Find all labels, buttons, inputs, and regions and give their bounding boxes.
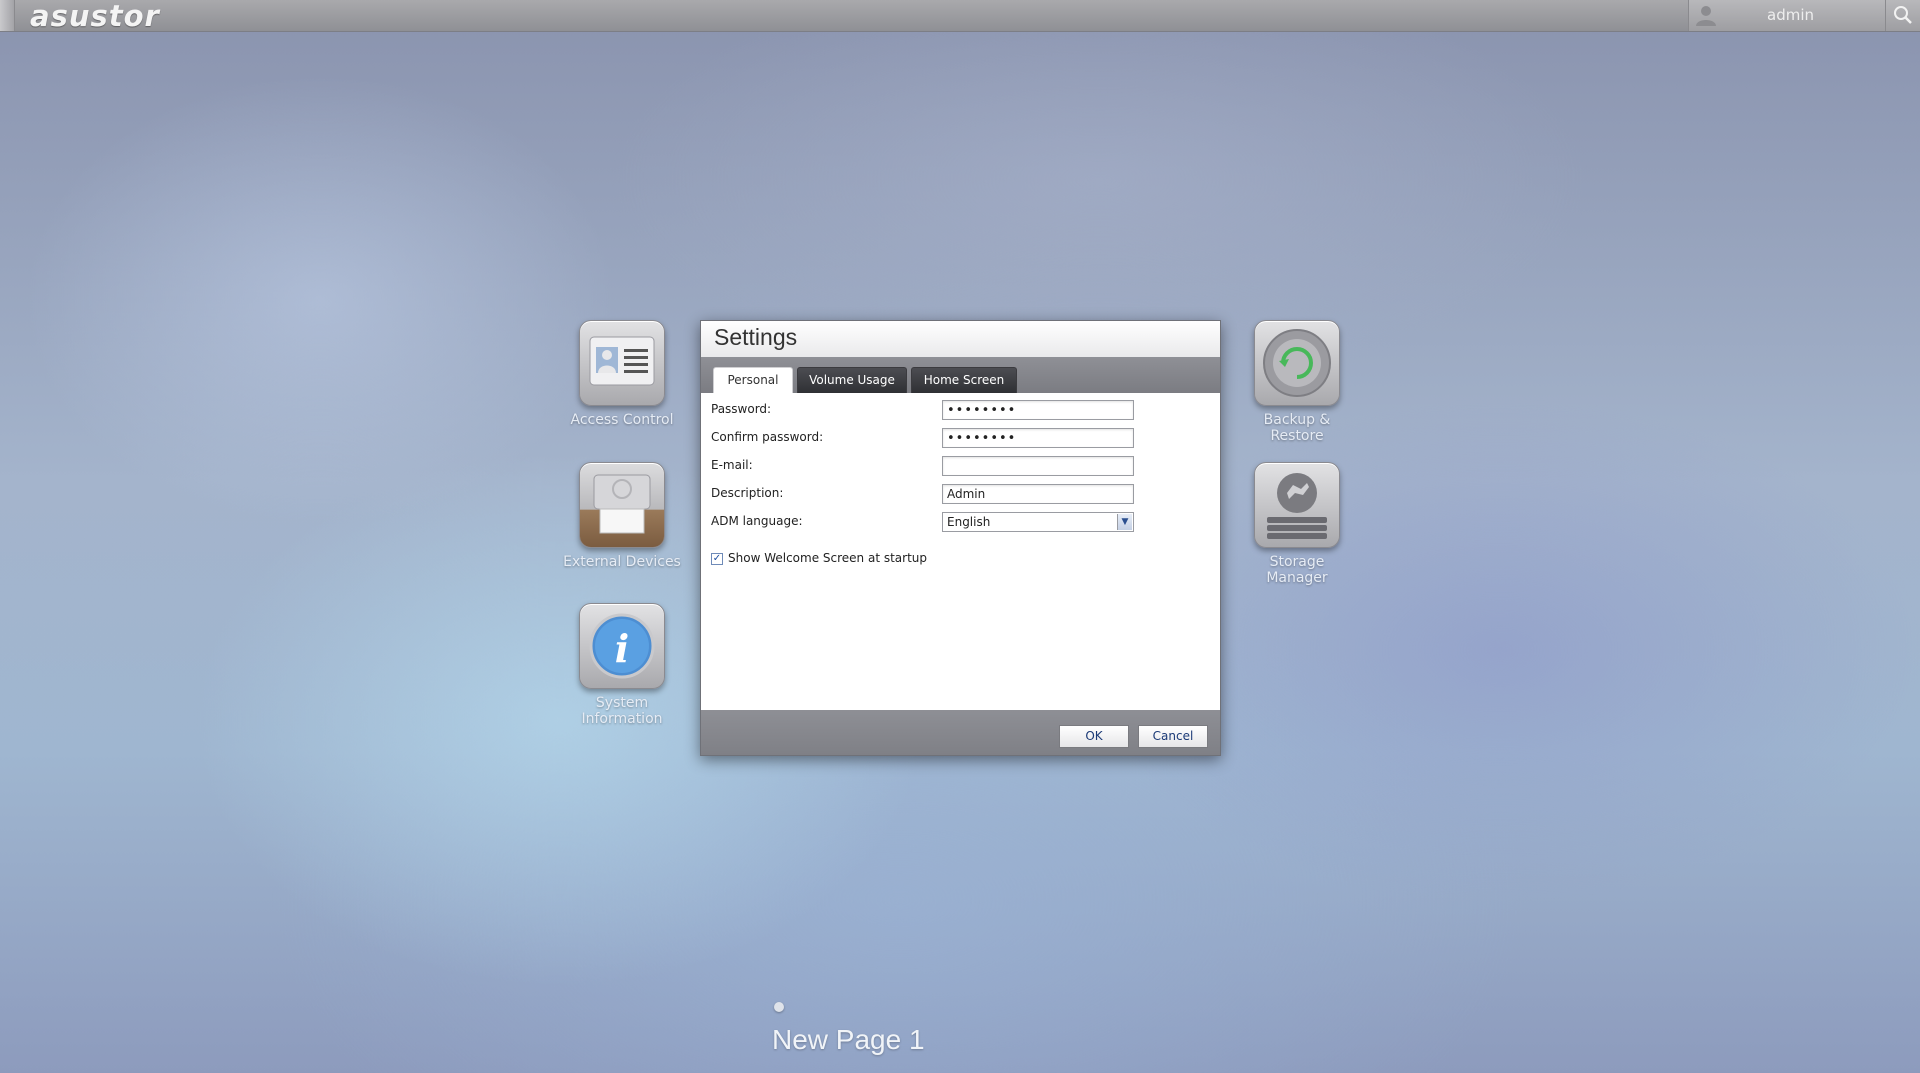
dialog-footer: OK Cancel	[701, 710, 1220, 755]
tab-personal[interactable]: Personal	[713, 367, 793, 393]
dialog-title: Settings	[714, 324, 798, 350]
confirm-password-label: Confirm password:	[711, 430, 824, 444]
printer-icon	[579, 462, 665, 548]
ok-button[interactable]: OK	[1059, 725, 1129, 748]
language-select[interactable]: English ▼	[942, 512, 1134, 532]
cancel-button[interactable]: Cancel	[1138, 725, 1208, 748]
app-label: Storage Manager	[1266, 554, 1328, 586]
app-external-devices[interactable]: External Devices	[562, 462, 682, 570]
page-indicator-dot[interactable]	[774, 1002, 784, 1012]
search-icon	[1894, 6, 1912, 24]
description-field[interactable]: Admin	[942, 484, 1134, 504]
app-system-information[interactable]: i System Information	[562, 603, 682, 727]
user-menu[interactable]: admin	[1688, 0, 1885, 31]
id-card-icon	[579, 320, 665, 406]
app-label: Backup & Restore	[1263, 412, 1331, 444]
password-label: Password:	[711, 402, 772, 416]
info-icon: i	[579, 603, 665, 689]
chevron-down-icon[interactable]: ▼	[1117, 514, 1132, 530]
app-access-control[interactable]: Access Control	[562, 320, 682, 428]
app-backup-restore[interactable]: Backup & Restore	[1237, 320, 1357, 444]
username-label: admin	[1767, 6, 1814, 24]
app-storage-manager[interactable]: Storage Manager	[1237, 462, 1357, 586]
settings-dialog: Settings Personal Volume Usage Home Scre…	[700, 320, 1221, 756]
welcome-screen-label: Show Welcome Screen at startup	[728, 551, 928, 565]
welcome-screen-checkbox[interactable]: ✓	[711, 553, 723, 565]
description-label: Description:	[711, 486, 784, 500]
language-label: ADM language:	[711, 514, 803, 528]
tab-home-screen[interactable]: Home Screen	[911, 367, 1017, 393]
language-value: English	[947, 515, 991, 529]
backup-icon	[1254, 320, 1340, 406]
email-label: E-mail:	[711, 458, 753, 472]
tab-bar: Personal Volume Usage Home Screen	[701, 357, 1220, 393]
top-bar: asustor admin	[0, 0, 1920, 33]
app-label: External Devices	[563, 554, 681, 570]
password-field[interactable]: ••••••••	[942, 400, 1134, 420]
dialog-title-bar[interactable]: Settings	[701, 321, 1220, 357]
confirm-password-field[interactable]: ••••••••	[942, 428, 1134, 448]
sidebar-toggle-handle[interactable]	[0, 0, 15, 31]
email-field[interactable]	[942, 456, 1134, 476]
svg-text:i: i	[615, 626, 629, 671]
app-label: Access Control	[570, 412, 674, 428]
storage-icon	[1254, 462, 1340, 548]
app-label: System Information	[581, 695, 663, 727]
page-name: New Page 1	[772, 1024, 925, 1055]
asustor-logo: asustor	[30, 0, 160, 33]
personal-form: Password: •••••••• Confirm password: •••…	[701, 393, 1220, 710]
tab-volume-usage[interactable]: Volume Usage	[797, 367, 907, 393]
user-icon	[1696, 6, 1716, 26]
search-button[interactable]	[1885, 0, 1920, 31]
